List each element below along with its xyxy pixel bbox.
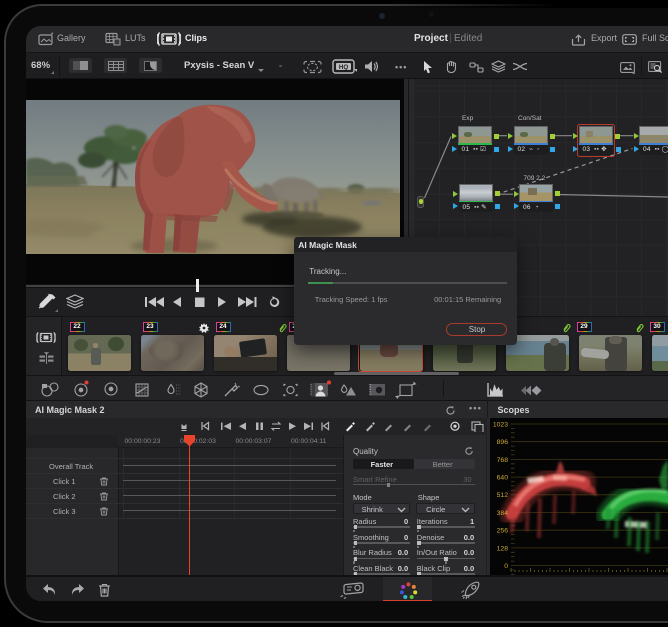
svg-text:128: 128 [496, 545, 508, 552]
svg-text:256: 256 [496, 527, 508, 534]
svg-text:HQ: HQ [339, 64, 348, 71]
svg-text:640: 640 [496, 474, 508, 481]
svg-text:1023: 1023 [492, 421, 507, 428]
svg-text:512: 512 [496, 492, 508, 499]
svg-text:768: 768 [496, 456, 508, 463]
svg-text:384: 384 [496, 509, 508, 516]
svg-text:896: 896 [496, 439, 508, 446]
svg-text:0: 0 [504, 563, 508, 570]
